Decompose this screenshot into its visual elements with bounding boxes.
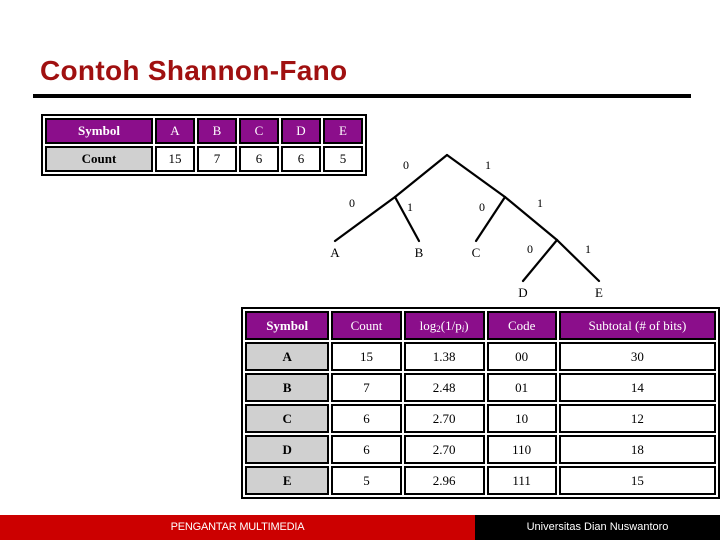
cell-subtotal: 14 [558, 373, 716, 402]
edge-left-A [333, 195, 397, 243]
cell-code: 00 [486, 342, 557, 371]
log-prefix: log [419, 317, 437, 333]
cell-symbol: D [245, 435, 330, 464]
log-suffix: ) [464, 317, 469, 333]
cell-code: 110 [486, 435, 557, 464]
table-row: E 5 2.96 111 15 [245, 466, 716, 495]
bit-label-right-C: 0 [479, 200, 485, 214]
code-summary-table: Symbol Count log2(1/pi) Code Subtotal (#… [241, 307, 720, 499]
cell-log: 2.70 [403, 435, 485, 464]
bit-label-left-B: 1 [407, 200, 413, 214]
cell-count: 6 [331, 404, 402, 433]
bit-label-left-A: 0 [349, 196, 355, 210]
table-header-row: Symbol Count log2(1/pi) Code Subtotal (#… [245, 311, 716, 340]
cell-symbol: B [245, 373, 330, 402]
table-row: D 6 2.70 110 18 [245, 435, 716, 464]
col-header-count: Count [331, 311, 402, 340]
table-row: C 6 2.70 10 12 [245, 404, 716, 433]
cell-count: 15 [331, 342, 402, 371]
top-row-label: Symbol [45, 118, 153, 144]
top-cell: C [239, 118, 279, 144]
edge-DE-E [555, 238, 601, 283]
edge-root-right [445, 153, 507, 199]
table-row: Symbol A B C D E [45, 118, 363, 144]
cell-subtotal: 30 [558, 342, 716, 371]
shannon-fano-tree: 0 1 0 1 0 1 0 1 A B C D E [300, 145, 700, 300]
cell-log: 1.38 [403, 342, 485, 371]
cell-symbol: E [245, 466, 330, 495]
cell-symbol: A [245, 342, 330, 371]
top-cell: A [155, 118, 195, 144]
cell-log: 2.48 [403, 373, 485, 402]
bit-label-right-DE: 1 [537, 196, 543, 210]
col-header-log: log2(1/pi) [403, 311, 485, 340]
top-cell: 6 [239, 146, 279, 172]
cell-count: 5 [331, 466, 402, 495]
tree-leaf-labels: A B C D E [330, 245, 603, 300]
bit-label-root-left: 0 [403, 158, 409, 172]
footer-university-name: Universitas Dian Nuswantoro [526, 521, 669, 533]
top-cell: E [323, 118, 363, 144]
cell-count: 6 [331, 435, 402, 464]
edge-right-DE [503, 195, 559, 242]
cell-log: 2.96 [403, 466, 485, 495]
table-row: A 15 1.38 00 30 [245, 342, 716, 371]
col-header-code: Code [486, 311, 557, 340]
slide-footer: PENGANTAR MULTIMEDIA Universitas Dian Nu… [0, 515, 720, 540]
cell-code: 111 [486, 466, 557, 495]
tree-leaf-e: E [595, 285, 603, 300]
tree-leaf-d: D [518, 285, 527, 300]
log-mid: (1/p [440, 317, 462, 333]
top-cell: B [197, 118, 237, 144]
bit-label-DE-D: 0 [527, 242, 533, 256]
cell-code: 01 [486, 373, 557, 402]
tree-edges [333, 153, 601, 283]
col-header-symbol: Symbol [245, 311, 330, 340]
tree-leaf-a: A [330, 245, 340, 260]
cell-subtotal: 18 [558, 435, 716, 464]
cell-count: 7 [331, 373, 402, 402]
top-cell: D [281, 118, 321, 144]
cell-log: 2.70 [403, 404, 485, 433]
bit-label-DE-E: 1 [585, 242, 591, 256]
cell-subtotal: 15 [558, 466, 716, 495]
top-cell: 7 [197, 146, 237, 172]
footer-course-name: PENGANTAR MULTIMEDIA [170, 521, 305, 533]
tree-svg: 0 1 0 1 0 1 0 1 A B C D E [330, 153, 603, 300]
page-title: Contoh Shannon-Fano [40, 55, 348, 86]
tree-leaf-b: B [415, 245, 424, 260]
title-divider [33, 94, 691, 98]
top-row-label: Count [45, 146, 153, 172]
tree-leaf-c: C [472, 245, 481, 260]
cell-code: 10 [486, 404, 557, 433]
col-header-subtotal: Subtotal (# of bits) [558, 311, 716, 340]
cell-symbol: C [245, 404, 330, 433]
top-cell: 15 [155, 146, 195, 172]
table-row: B 7 2.48 01 14 [245, 373, 716, 402]
cell-subtotal: 12 [558, 404, 716, 433]
bit-label-root-right: 1 [485, 158, 491, 172]
